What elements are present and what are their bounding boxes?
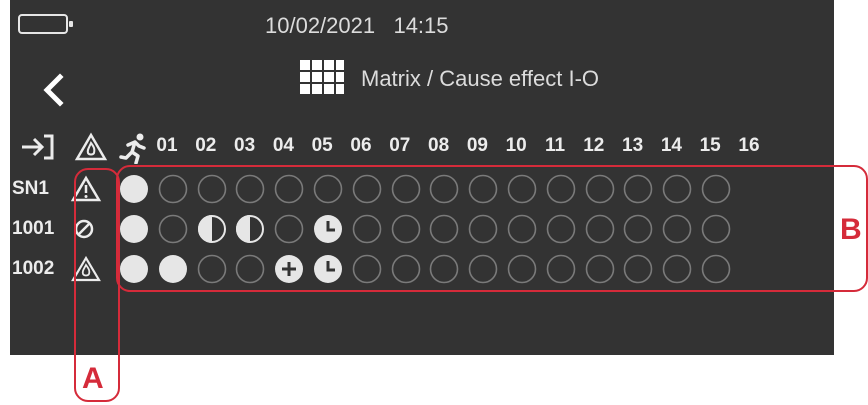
status-datetime: 10/02/2021 14:15 (265, 13, 449, 39)
column-header: 09 (466, 135, 488, 156)
column-header: 02 (195, 135, 217, 156)
annotation-b-box (116, 165, 868, 292)
row-label: 1002 (12, 258, 55, 279)
column-header: 14 (660, 135, 682, 156)
fire-warning-icon (74, 132, 108, 161)
column-header: 13 (622, 135, 644, 156)
input-arrow-icon (22, 134, 54, 160)
column-header: 11 (544, 135, 566, 156)
battery-icon (18, 14, 73, 34)
column-header: 05 (311, 135, 333, 156)
chevron-left-icon[interactable] (38, 72, 68, 108)
column-header: 04 (272, 135, 294, 156)
annotation-a-label: A (82, 362, 104, 395)
row-label: SN1 (12, 178, 49, 199)
column-header: 12 (583, 135, 605, 156)
row-label: 1001 (12, 218, 55, 239)
column-header: 01 (156, 135, 178, 156)
column-header: 07 (389, 135, 411, 156)
grid-icon[interactable] (298, 58, 344, 104)
column-header: 10 (505, 135, 527, 156)
column-header: 06 (350, 135, 372, 156)
column-header: 16 (738, 135, 760, 156)
status-date: 10/02/2021 (265, 13, 376, 38)
column-header: 03 (234, 135, 256, 156)
column-header: 15 (699, 135, 721, 156)
column-header: 08 (428, 135, 450, 156)
status-time: 14:15 (393, 13, 449, 38)
page-title: Matrix / Cause effect I-O (361, 66, 600, 91)
annotation-b-label: B (840, 213, 862, 246)
running-person-icon (119, 133, 146, 164)
